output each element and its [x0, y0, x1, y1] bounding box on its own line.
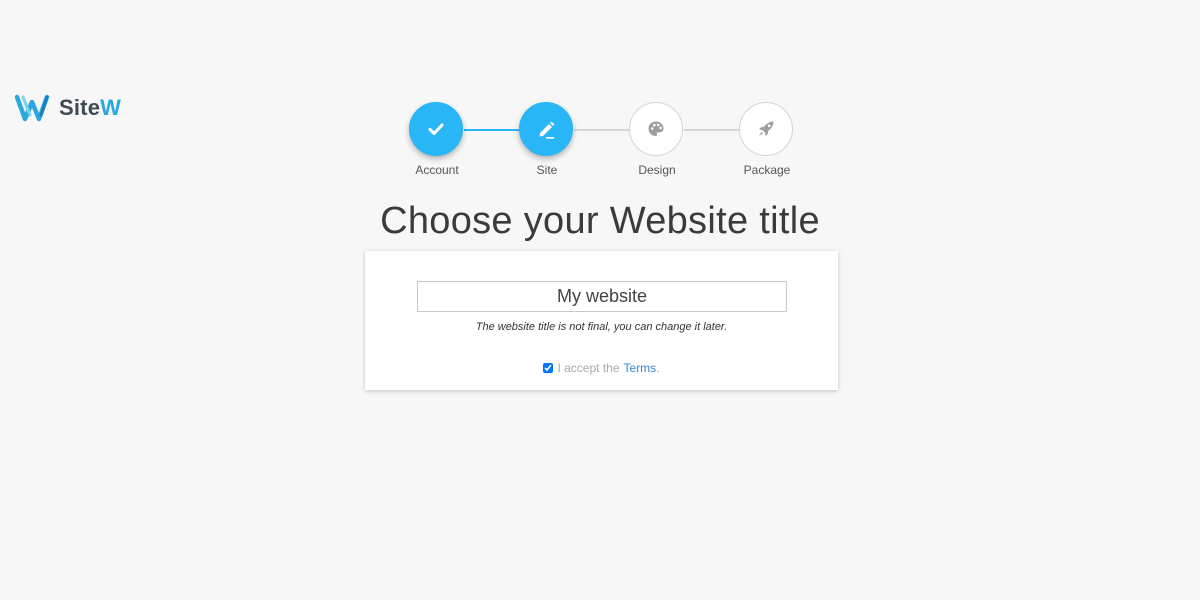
page-title: Choose your Website title — [380, 200, 820, 242]
terms-row: I accept the Terms. — [365, 361, 838, 375]
check-icon — [428, 123, 444, 135]
step-package-label[interactable]: Package — [744, 163, 791, 177]
website-title-card: The website title is not final, you can … — [365, 251, 838, 390]
pencil-icon — [539, 121, 555, 139]
step-site[interactable]: Site — [519, 102, 575, 177]
sitew-logo-text: Site W — [59, 95, 121, 121]
stepper-connector-3 — [684, 129, 739, 131]
terms-link[interactable]: Terms — [624, 361, 657, 375]
sitew-logo-mark-icon — [14, 94, 50, 122]
signup-stepper: Account Site Design Package — [409, 102, 795, 182]
sitew-logo[interactable]: Site W — [14, 92, 121, 124]
rocket-icon — [759, 121, 774, 136]
website-title-input[interactable] — [417, 281, 787, 312]
palette-icon — [648, 121, 664, 136]
step-design-label[interactable]: Design — [638, 163, 675, 177]
terms-suffix: . — [656, 361, 660, 375]
step-account[interactable]: Account — [409, 102, 465, 177]
step-account-label[interactable]: Account — [415, 163, 458, 177]
step-design[interactable]: Design — [629, 102, 685, 177]
logo-text-site: Site — [59, 95, 101, 120]
accept-terms-checkbox[interactable] — [543, 363, 554, 373]
signup-page: Site W Account Site Design Package Choos… — [0, 0, 1200, 600]
step-site-label[interactable]: Site — [537, 163, 558, 177]
step-package[interactable]: Package — [739, 102, 795, 177]
step-design-circle[interactable] — [629, 102, 683, 156]
stepper-connector-1 — [464, 129, 519, 131]
logo-text-w: W — [100, 95, 122, 120]
step-package-circle[interactable] — [739, 102, 793, 156]
website-title-hint: The website title is not final, you can … — [475, 321, 728, 333]
step-account-circle[interactable] — [409, 102, 463, 156]
accept-terms-label[interactable]: I accept the — [557, 361, 619, 375]
stepper-connector-2 — [574, 129, 629, 131]
step-site-circle[interactable] — [519, 102, 573, 156]
